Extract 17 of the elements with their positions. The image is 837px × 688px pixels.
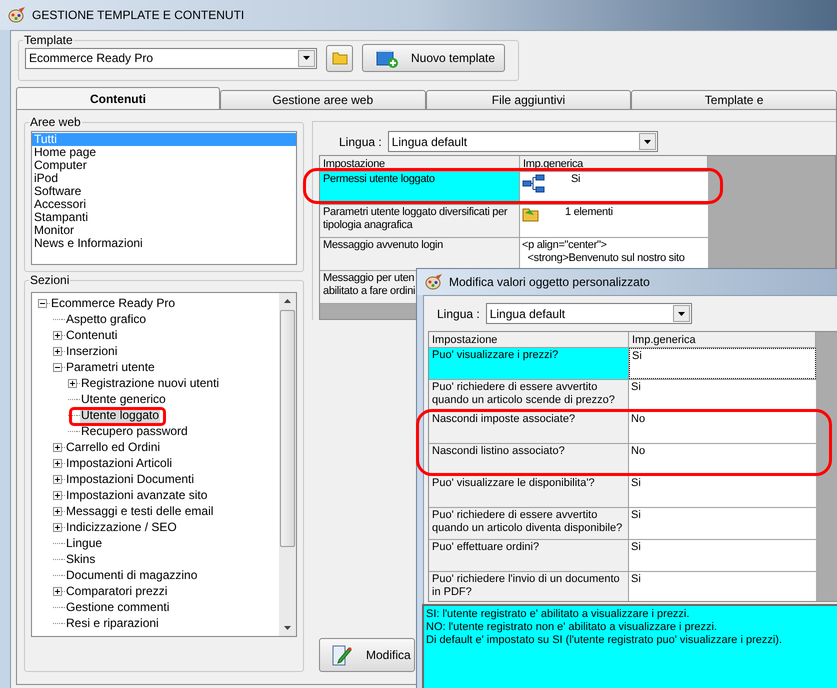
column-header: Imp.generica	[629, 332, 816, 347]
window-title: GESTIONE TEMPLATE E CONTENUTI	[32, 7, 244, 24]
dialog-title: Modifica valori oggetto personalizzato	[449, 274, 650, 291]
group-label: Aree web	[29, 116, 82, 129]
column-header: Impostazione	[429, 332, 629, 347]
column-header: Imp.generica	[520, 156, 708, 171]
column-header: Impostazione	[320, 156, 520, 171]
language-label: Lingua :	[437, 306, 480, 322]
group-label: Template	[23, 34, 74, 47]
group-label: Sezioni	[29, 274, 70, 287]
description-text: SI: l'utente registrato e' abilitato a visualizzare i prezzi.	[426, 608, 690, 621]
setting-value: <p align="center"> <strong>Benvenuto sul nostro sito	[522, 239, 685, 265]
setting-value: Si	[570, 173, 580, 186]
language-label: Lingua :	[339, 134, 382, 150]
setting-value: 1 elementi	[564, 206, 613, 219]
description-text: Di default e' impostato su SI (l'utente registrato puo' visualizzare i prezzi).	[426, 634, 784, 647]
description-text: NO: l'utente registrato non e' abilitato a visualizzare i prezzi.	[426, 621, 718, 634]
